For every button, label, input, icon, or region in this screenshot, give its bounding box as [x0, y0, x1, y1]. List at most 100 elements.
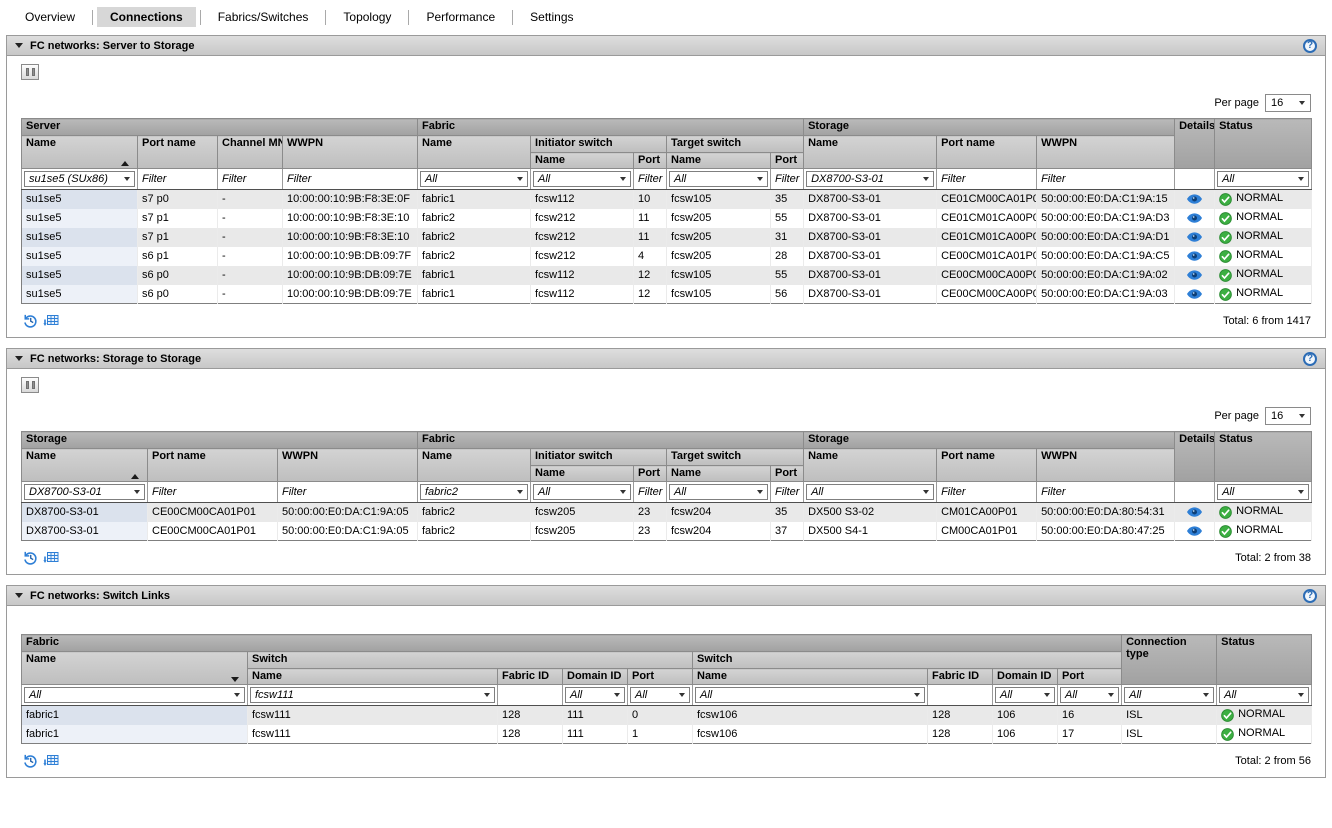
server-port-name-filter-input[interactable]: Filter — [140, 173, 215, 185]
column-storage-name[interactable]: Name — [804, 136, 937, 169]
tab-overview[interactable]: Overview — [12, 7, 88, 27]
switch2-name-filter-select[interactable]: All — [695, 687, 925, 703]
column-fabric-name[interactable]: Name — [418, 449, 531, 482]
column-initiator-switch-port[interactable]: Port — [634, 466, 667, 482]
storage-name-filter-select[interactable]: DX8700-S3-01 — [24, 484, 145, 500]
table-row[interactable]: DX8700-S3-01CE00CM00CA01P0150:00:00:E0:D… — [22, 522, 1312, 541]
tab-fabrics-switches[interactable]: Fabrics/Switches — [205, 7, 322, 27]
column-initiator-switch-name[interactable]: Name — [531, 153, 634, 169]
column-fabric-name[interactable]: Name — [418, 136, 531, 169]
column-switch2-name[interactable]: Name — [693, 669, 928, 685]
details-eye-icon[interactable] — [1187, 231, 1202, 243]
status-filter-select[interactable]: All — [1219, 687, 1309, 703]
target-port-filter-input[interactable]: Filter — [773, 486, 801, 498]
target-switch-name-filter-select[interactable]: All — [669, 171, 768, 187]
pause-icon[interactable] — [21, 64, 39, 80]
column-target-switch-port[interactable]: Port — [771, 153, 804, 169]
initiator-port-filter-input[interactable]: Filter — [636, 486, 664, 498]
column-storage-wwpn[interactable]: WWPN — [1037, 136, 1175, 169]
column-channel-mn[interactable]: Channel MN — [218, 136, 283, 169]
per-page-select[interactable]: 16 — [1265, 94, 1311, 112]
details-eye-icon[interactable] — [1187, 269, 1202, 281]
sort-descending-icon[interactable] — [231, 677, 239, 682]
table-row[interactable]: su1se5s6 p0-10:00:00:10:9B:DB:09:7Efabri… — [22, 266, 1312, 285]
initiator-switch-name-filter-select[interactable]: All — [533, 484, 631, 500]
server-name-filter-select[interactable]: su1se5 (SUx86) — [24, 171, 135, 187]
panel-header[interactable]: FC networks: Server to Storage ? — [7, 36, 1325, 56]
status-filter-select[interactable]: All — [1217, 171, 1309, 187]
column-switch1-fabric-id[interactable]: Fabric ID — [498, 669, 563, 685]
switch1-domain-id-filter-select[interactable]: All — [565, 687, 625, 703]
column-switch1-domain-id[interactable]: Domain ID — [563, 669, 628, 685]
connection-type-filter-select[interactable]: All — [1124, 687, 1214, 703]
table-row[interactable]: su1se5s6 p1-10:00:00:10:9B:DB:09:7Ffabri… — [22, 247, 1312, 266]
table-export-icon[interactable] — [43, 314, 59, 329]
column-storage-wwpn[interactable]: WWPN — [278, 449, 418, 482]
panel-header[interactable]: FC networks: Switch Links ? — [7, 586, 1325, 606]
details-eye-icon[interactable] — [1187, 288, 1202, 300]
storage-wwpn-filter-input[interactable]: Filter — [1039, 173, 1172, 185]
column-storage2-name[interactable]: Name — [804, 449, 937, 482]
storage2-name-filter-select[interactable]: All — [806, 484, 934, 500]
switch2-domain-id-filter-select[interactable]: All — [995, 687, 1055, 703]
column-storage-port-name[interactable]: Port name — [937, 136, 1037, 169]
switch1-name-filter-select[interactable]: fcsw111 — [250, 687, 495, 703]
server-wwpn-filter-input[interactable]: Filter — [285, 173, 415, 185]
storage-wwpn-filter-input[interactable]: Filter — [280, 486, 415, 498]
switch2-port-filter-select[interactable]: All — [1060, 687, 1119, 703]
per-page-select[interactable]: 16 — [1265, 407, 1311, 425]
fabric-name-filter-select[interactable]: fabric2 — [420, 484, 528, 500]
storage-port-name-filter-input[interactable]: Filter — [939, 173, 1034, 185]
column-switch2-fabric-id[interactable]: Fabric ID — [928, 669, 993, 685]
collapse-icon[interactable] — [15, 43, 23, 48]
history-refresh-icon[interactable] — [21, 550, 38, 566]
table-row[interactable]: fabric1fcsw1111281110fcsw10612810616ISLN… — [22, 706, 1312, 725]
history-refresh-icon[interactable] — [21, 753, 38, 769]
details-eye-icon[interactable] — [1187, 250, 1202, 262]
storage-port-name-filter-input[interactable]: Filter — [150, 486, 275, 498]
channel-mn-filter-input[interactable]: Filter — [220, 173, 280, 185]
sort-ascending-icon[interactable] — [121, 161, 129, 166]
target-switch-name-filter-select[interactable]: All — [669, 484, 768, 500]
storage2-wwpn-filter-input[interactable]: Filter — [1039, 486, 1172, 498]
table-row[interactable]: su1se5s6 p0-10:00:00:10:9B:DB:09:7Efabri… — [22, 285, 1312, 304]
column-server-name[interactable]: Name — [22, 136, 138, 169]
column-switch2-domain-id[interactable]: Domain ID — [993, 669, 1058, 685]
column-target-switch-name[interactable]: Name — [667, 466, 771, 482]
details-eye-icon[interactable] — [1187, 212, 1202, 224]
fabric-name-filter-select[interactable]: All — [24, 687, 245, 703]
help-icon[interactable]: ? — [1303, 39, 1317, 53]
switch1-port-filter-select[interactable]: All — [630, 687, 690, 703]
table-row[interactable]: fabric1fcsw1111281111fcsw10612810617ISLN… — [22, 725, 1312, 744]
tab-topology[interactable]: Topology — [330, 7, 404, 27]
tab-connections[interactable]: Connections — [97, 7, 196, 27]
column-initiator-switch-name[interactable]: Name — [531, 466, 634, 482]
column-switch1-name[interactable]: Name — [248, 669, 498, 685]
initiator-port-filter-input[interactable]: Filter — [636, 173, 664, 185]
details-eye-icon[interactable] — [1187, 506, 1202, 518]
table-export-icon[interactable] — [43, 754, 59, 769]
collapse-icon[interactable] — [15, 356, 23, 361]
history-refresh-icon[interactable] — [21, 313, 38, 329]
column-storage-name[interactable]: Name — [22, 449, 148, 482]
column-switch2-port[interactable]: Port — [1058, 669, 1122, 685]
column-target-switch-port[interactable]: Port — [771, 466, 804, 482]
status-filter-select[interactable]: All — [1217, 484, 1309, 500]
table-export-icon[interactable] — [43, 551, 59, 566]
tab-performance[interactable]: Performance — [413, 7, 508, 27]
storage2-port-name-filter-input[interactable]: Filter — [939, 486, 1034, 498]
table-row[interactable]: su1se5s7 p0-10:00:00:10:9B:F8:3E:0Ffabri… — [22, 190, 1312, 209]
table-row[interactable]: su1se5s7 p1-10:00:00:10:9B:F8:3E:10fabri… — [22, 228, 1312, 247]
target-port-filter-input[interactable]: Filter — [773, 173, 801, 185]
column-initiator-switch-port[interactable]: Port — [634, 153, 667, 169]
column-server-wwpn[interactable]: WWPN — [283, 136, 418, 169]
column-server-port-name[interactable]: Port name — [138, 136, 218, 169]
column-fabric-name[interactable]: Name — [22, 652, 248, 685]
storage-name-filter-select[interactable]: DX8700-S3-01 — [806, 171, 934, 187]
initiator-switch-name-filter-select[interactable]: All — [533, 171, 631, 187]
panel-header[interactable]: FC networks: Storage to Storage ? — [7, 349, 1325, 369]
column-target-switch-name[interactable]: Name — [667, 153, 771, 169]
column-storage2-wwpn[interactable]: WWPN — [1037, 449, 1175, 482]
table-row[interactable]: DX8700-S3-01CE00CM00CA01P0150:00:00:E0:D… — [22, 503, 1312, 522]
column-storage-port-name[interactable]: Port name — [148, 449, 278, 482]
